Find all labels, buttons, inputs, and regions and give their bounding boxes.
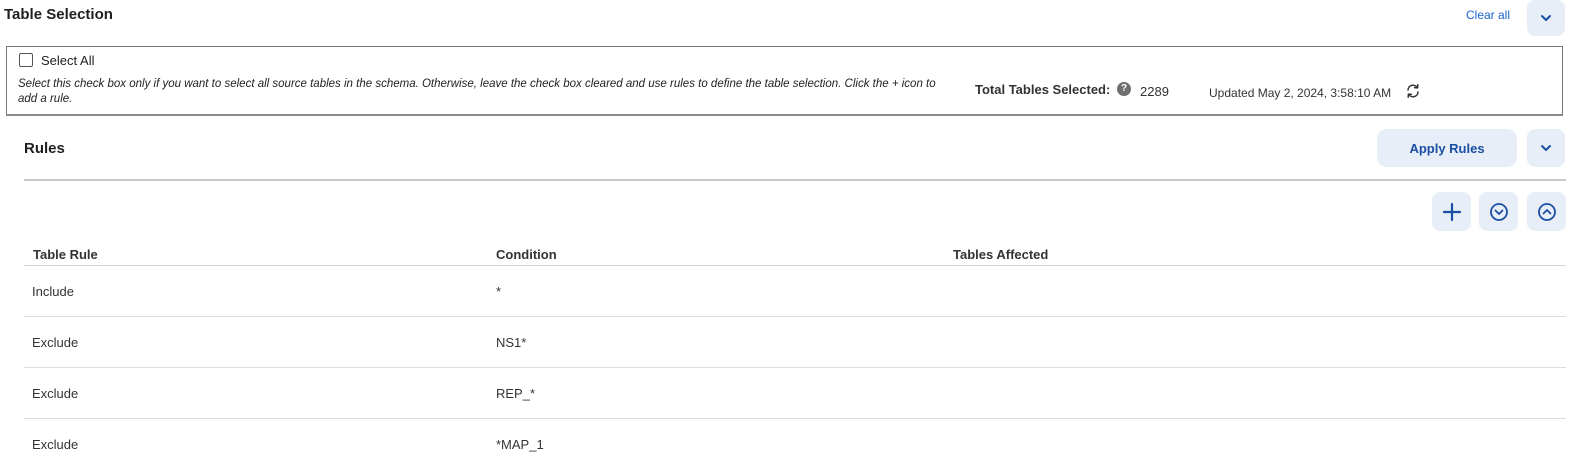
collapse-rules-button[interactable] xyxy=(1527,129,1565,167)
apply-rules-button[interactable]: Apply Rules xyxy=(1377,129,1517,167)
rule-type-cell: Include xyxy=(32,284,74,299)
chevron-down-icon xyxy=(1541,145,1551,151)
updated-timestamp: Updated May 2, 2024, 3:58:10 AM xyxy=(1209,86,1392,100)
table-row[interactable]: Exclude REP_* xyxy=(24,368,1566,419)
collapse-section-button[interactable] xyxy=(1527,0,1565,36)
total-tables-label: Total Tables Selected: xyxy=(975,82,1111,97)
chevron-down-icon xyxy=(1541,15,1551,21)
rules-title: Rules xyxy=(24,140,65,157)
collapse-all-button[interactable] xyxy=(1527,192,1566,231)
table-row[interactable]: Exclude *MAP_1 xyxy=(24,419,1566,470)
expand-all-button[interactable] xyxy=(1479,192,1518,231)
plus-icon xyxy=(1442,202,1461,221)
rule-type-cell: Exclude xyxy=(32,386,79,401)
refresh-icon[interactable] xyxy=(1405,83,1421,99)
column-header-tables-affected: Tables Affected xyxy=(953,247,1049,262)
section-title: Table Selection xyxy=(4,6,113,23)
circle-chevron-up-icon xyxy=(1537,202,1556,221)
condition-cell: NS1* xyxy=(496,335,527,350)
table-row[interactable]: Exclude NS1* xyxy=(24,317,1566,368)
select-all-helper-text: Select this check box only if you want t… xyxy=(18,78,936,105)
select-all-checkbox[interactable] xyxy=(19,53,33,67)
condition-cell: REP_* xyxy=(496,386,536,401)
condition-cell: * xyxy=(496,284,502,299)
help-icon[interactable]: ? xyxy=(1117,82,1131,96)
table-row[interactable]: Include * xyxy=(24,266,1566,317)
column-header-table-rule: Table Rule xyxy=(33,247,98,262)
rule-type-cell: Exclude xyxy=(32,437,79,452)
rules-divider xyxy=(24,179,1566,181)
column-header-condition: Condition xyxy=(496,247,557,262)
select-all-label: Select All xyxy=(41,53,95,68)
select-all-panel: Select All Select this check box only if… xyxy=(6,46,1563,116)
circle-chevron-down-icon xyxy=(1489,202,1508,221)
total-tables-value: 2289 xyxy=(1140,84,1169,99)
rule-type-cell: Exclude xyxy=(32,335,79,350)
condition-cell: *MAP_1 xyxy=(496,437,544,452)
clear-all-link[interactable]: Clear all xyxy=(1466,8,1510,22)
add-rule-button[interactable] xyxy=(1432,192,1471,231)
